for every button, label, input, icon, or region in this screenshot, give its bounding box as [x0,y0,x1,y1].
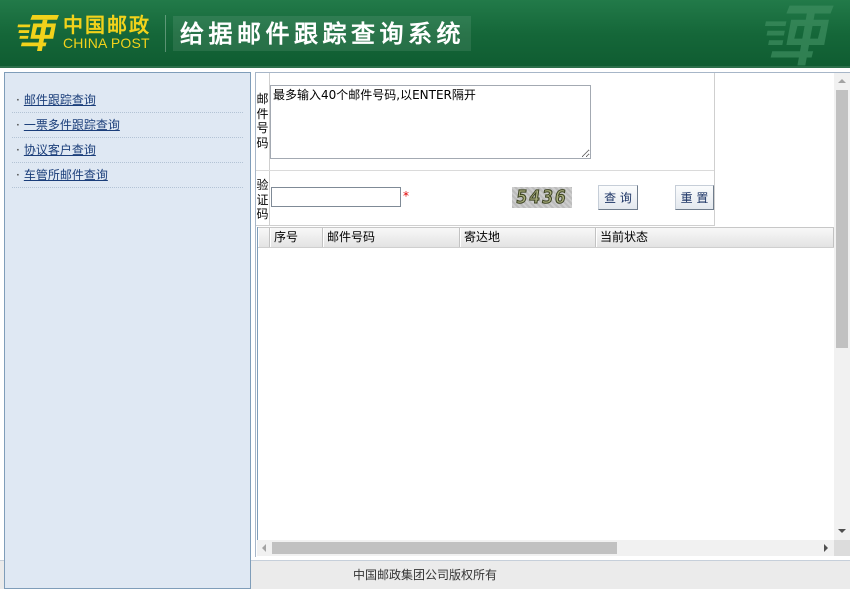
watermark-stroke [768,40,784,45]
logo-stroke [20,42,47,47]
main-content-frame: 邮件号码 最多输入40个邮件号码,以ENTER隔开 验证码 * 5436 查 询… [255,72,850,557]
sidebar-item-multi-piece-tracking[interactable]: · 一票多件跟踪查询 [12,113,243,138]
header-divider [165,15,166,52]
scroll-down-arrow-icon[interactable] [838,529,846,533]
watermark-stroke [786,5,834,14]
column-header-destination: 寄达地 [460,228,596,247]
logo-stroke [17,24,31,28]
captcha-input[interactable] [271,187,401,207]
mail-number-textarea[interactable]: 最多输入40个邮件号码,以ENTER隔开 [270,85,591,159]
logo-stroke [19,35,29,39]
scrollbar-corner [834,540,850,556]
china-post-logo-icon [17,14,59,52]
horizontal-scrollbar[interactable] [257,540,834,556]
column-header-serial: 序号 [270,228,323,247]
bullet: · [16,93,20,107]
sidebar-link-vehicle-office-mail[interactable]: 车管所邮件查询 [24,168,108,182]
china-post-watermark-icon [764,5,834,66]
captcha-image[interactable]: 5436 [512,187,572,208]
sidebar-item-vehicle-office-mail[interactable]: · 车管所邮件查询 [12,163,243,188]
sidebar-link-mail-tracking[interactable]: 邮件跟踪查询 [24,93,96,107]
column-header-current-status: 当前状态 [596,228,834,247]
form-row-divider [256,170,714,171]
logo-stroke [18,30,30,33]
logo-english-text: CHINA POST [63,35,150,51]
watermark-stroke [766,30,785,36]
sidebar-item-contract-customer[interactable]: · 协议客户查询 [12,138,243,163]
scroll-up-arrow-icon[interactable] [838,79,846,83]
vertical-scroll-thumb[interactable] [836,90,848,348]
captcha-label: 验证码 [256,178,269,221]
logo-stroke [30,14,59,20]
watermark-stroke [770,51,814,58]
sidebar-link-contract-customer[interactable]: 协议客户查询 [24,143,96,157]
system-title: 给据邮件跟踪查询系统 [180,19,465,48]
logo-shape-group [17,14,59,52]
watermark-shape-group [764,5,834,66]
sidebar-item-mail-tracking[interactable]: · 邮件跟踪查询 [12,88,243,113]
horizontal-scroll-thumb[interactable] [272,542,617,554]
captcha-image-text: 5436 [514,187,570,208]
required-asterisk: * [403,189,409,203]
vertical-scrollbar[interactable] [834,73,850,540]
copyright-text: 中国邮政集团公司版权所有 [352,568,497,582]
watermark-stroke [764,21,787,27]
sidebar-nav: · 邮件跟踪查询 · 一票多件跟踪查询 · 协议客户查询 · 车管所邮件查询 [4,72,251,589]
logo-chinese-text: 中国邮政 [63,13,151,37]
query-button[interactable]: 查 询 [598,185,638,210]
query-form: 邮件号码 最多输入40个邮件号码,以ENTER隔开 验证码 * 5436 查 询… [256,73,715,226]
column-header-select [258,228,270,247]
app-header: 中国邮政 CHINA POST 给据邮件跟踪查询系统 [0,0,850,68]
bullet: · [16,168,20,182]
system-title-box: 给据邮件跟踪查询系统 [173,16,471,51]
reset-button[interactable]: 重 置 [675,185,714,210]
results-table-header: 序号 邮件号码 寄达地 当前状态 [258,227,834,248]
results-table-body [258,248,834,540]
scroll-right-arrow-icon[interactable] [824,544,828,552]
sidebar-link-multi-piece-tracking[interactable]: 一票多件跟踪查询 [24,118,120,132]
mail-number-label: 邮件号码 [256,92,269,150]
bullet: · [16,118,20,132]
column-header-mail-number: 邮件号码 [323,228,460,247]
scroll-left-arrow-icon[interactable] [262,544,266,552]
results-table: 序号 邮件号码 寄达地 当前状态 [257,227,834,540]
bullet: · [16,143,20,157]
